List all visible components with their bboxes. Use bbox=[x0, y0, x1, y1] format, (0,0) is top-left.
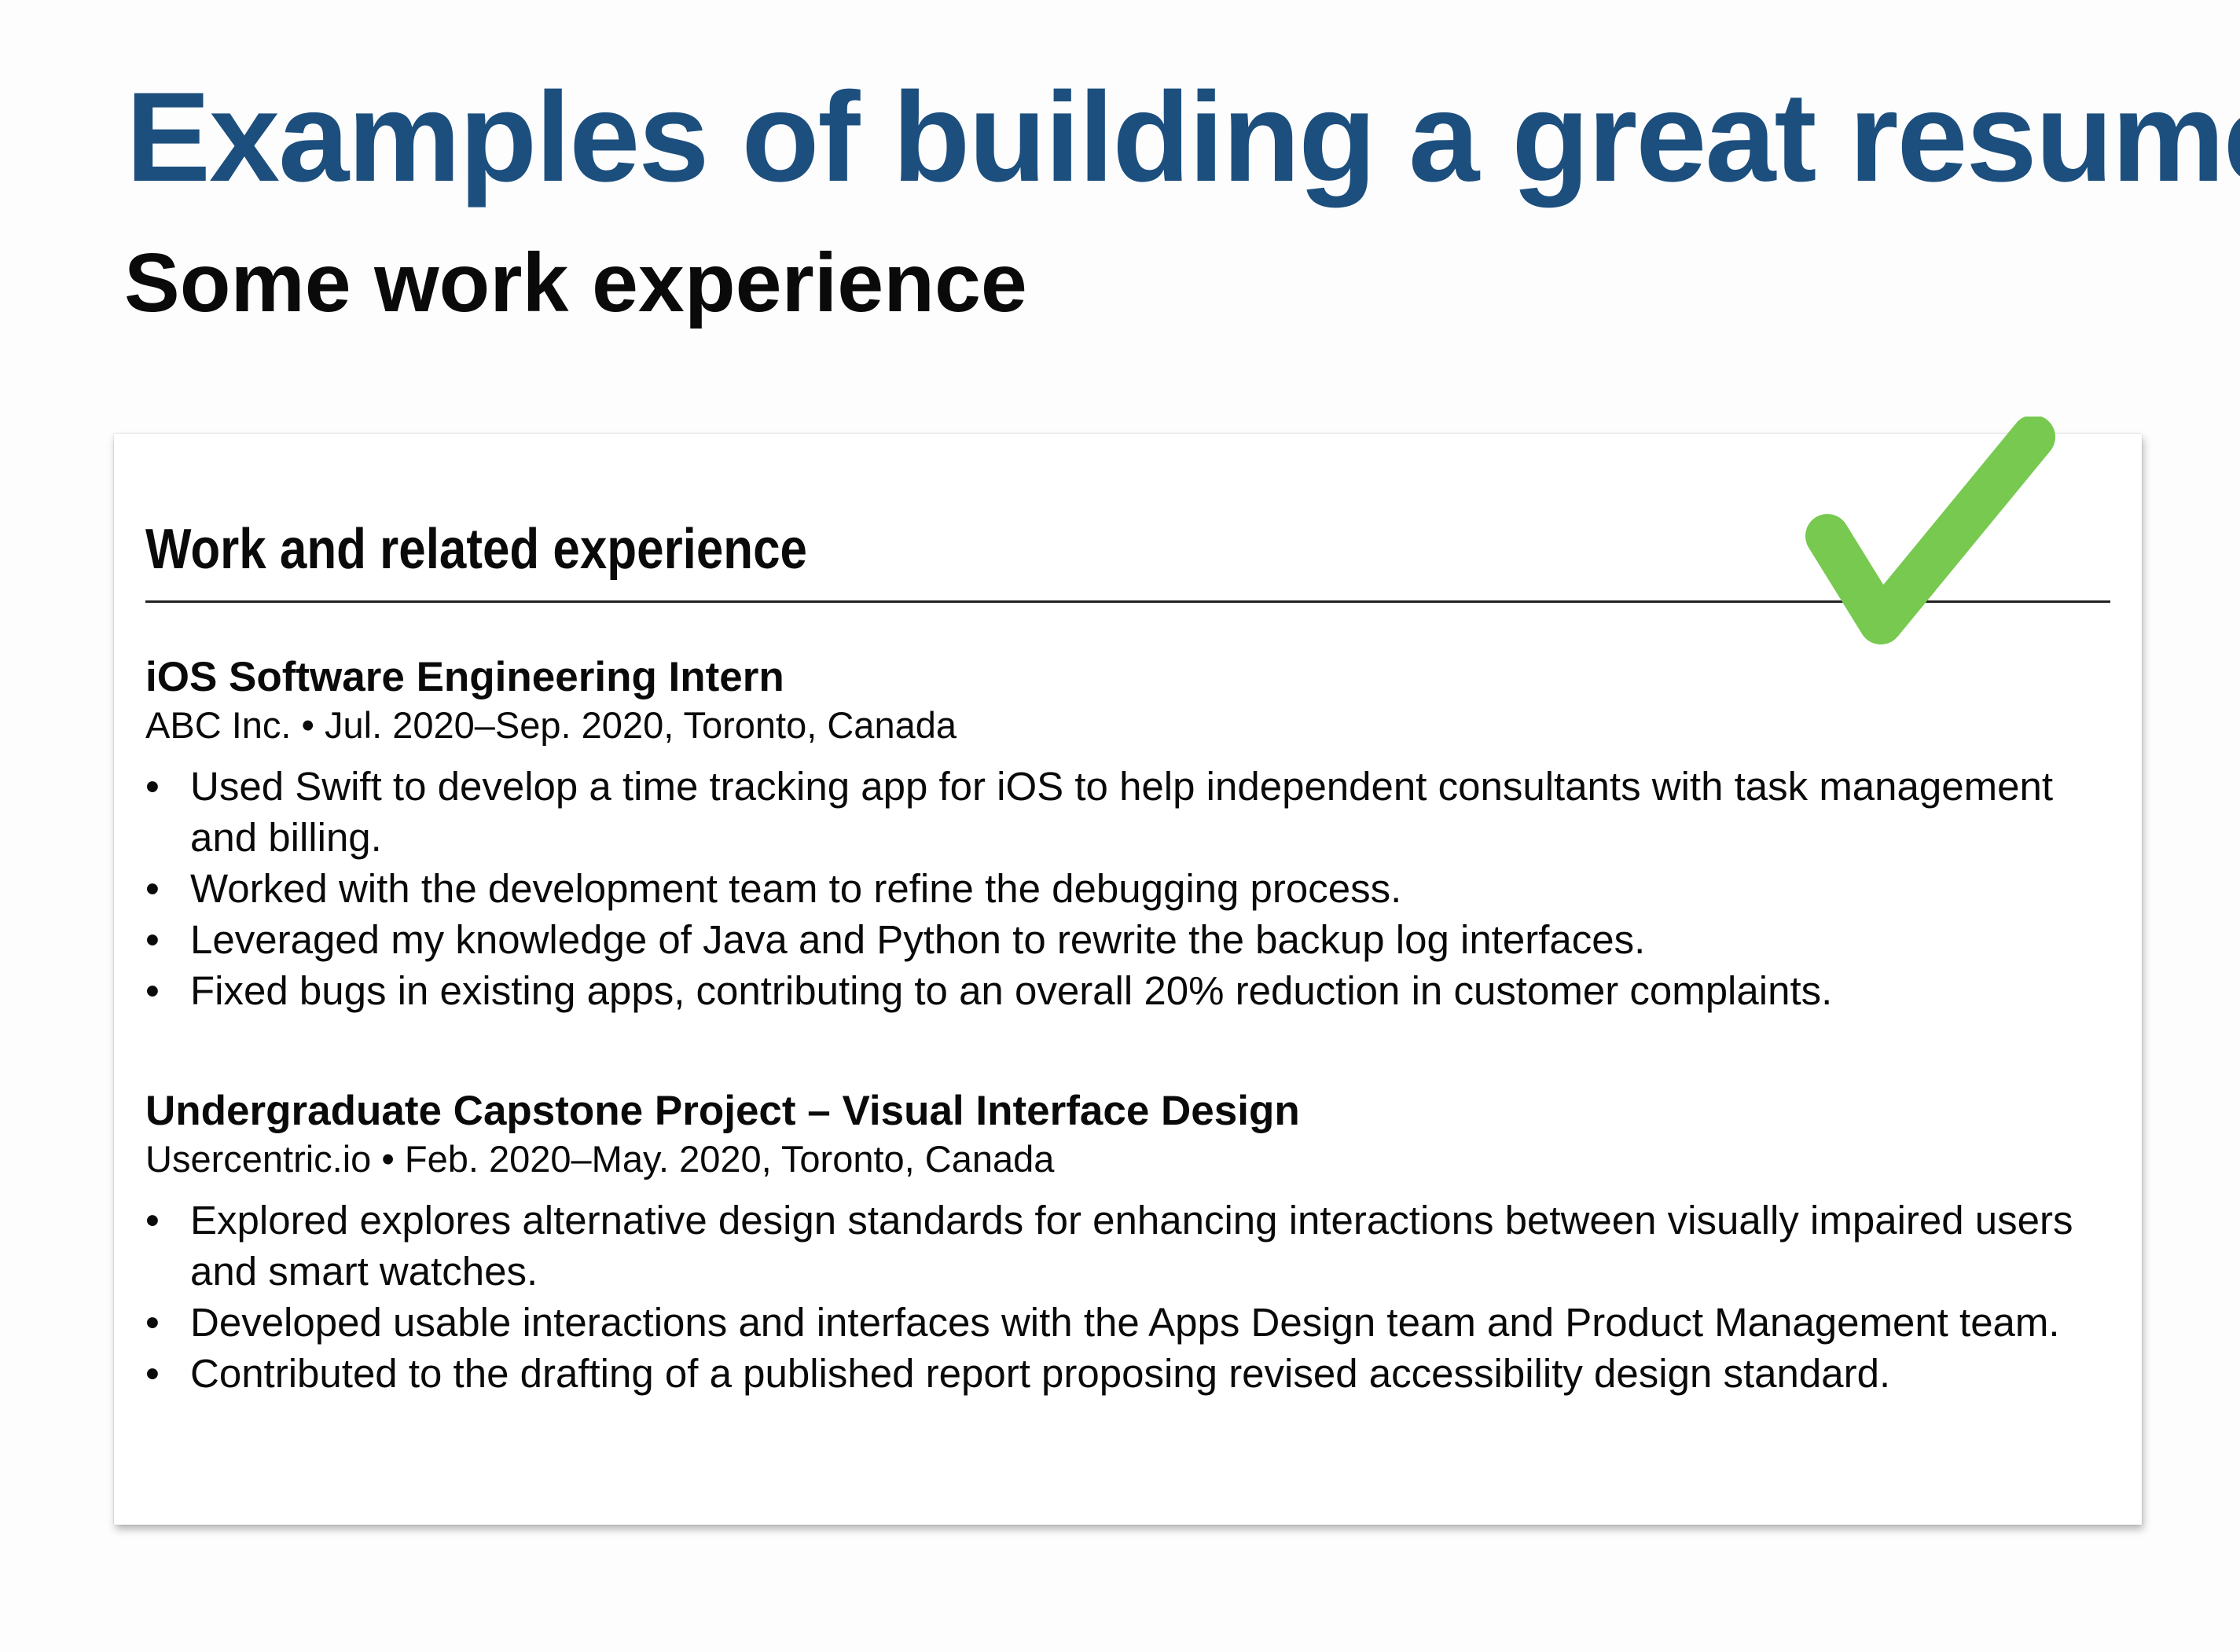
bullet-text: Explored explores alternative design sta… bbox=[190, 1198, 2073, 1294]
checkmark-icon bbox=[1805, 417, 2055, 644]
bullet-text: Used Swift to develop a time tracking ap… bbox=[190, 764, 2054, 860]
resume-card: Work and related experience iOS Software… bbox=[114, 417, 2142, 1525]
bullet-item: • Fixed bugs in existing apps, contributi… bbox=[145, 965, 2110, 1016]
slide-title: Examples of building a great resume bbox=[126, 66, 2240, 208]
bullet-dot-icon: • bbox=[145, 1351, 160, 1396]
experience-entry: Undergraduate Capstone Project – Visual … bbox=[145, 1086, 2110, 1399]
bullet-text: Fixed bugs in existing apps, contributin… bbox=[190, 968, 1833, 1013]
bullet-text: Developed usable interactions and interf… bbox=[190, 1300, 2060, 1345]
entry-meta: ABC Inc. • Jul. 2020–Sep. 2020, Toronto,… bbox=[145, 704, 957, 746]
bullet-text: Worked with the development team to refi… bbox=[190, 866, 1402, 911]
bullet-dot-icon: • bbox=[145, 1198, 160, 1243]
experience-entry: iOS Software Engineering Intern ABC Inc.… bbox=[145, 652, 2110, 1016]
bullet-item: • Contributed to the drafting of a publis… bbox=[145, 1348, 2110, 1399]
bullet-dot-icon: • bbox=[145, 968, 160, 1013]
entry-title: iOS Software Engineering Intern bbox=[145, 654, 784, 700]
slide-subtitle: Some work experience bbox=[124, 237, 1027, 329]
bullet-item: • Explored explores alternative design st… bbox=[145, 1195, 2110, 1297]
bullet-dot-icon: • bbox=[145, 917, 160, 962]
bullet-dot-icon: • bbox=[145, 764, 160, 809]
bullet-dot-icon: • bbox=[145, 866, 160, 911]
bullet-item: • Worked with the development team to ref… bbox=[145, 863, 2110, 914]
bullet-list: • Used Swift to develop a time tracking a… bbox=[145, 761, 2110, 1016]
bullet-list: • Explored explores alternative design st… bbox=[145, 1195, 2110, 1399]
entry-title: Undergraduate Capstone Project – Visual … bbox=[145, 1088, 1300, 1134]
entry-meta: Usercentric.io • Feb. 2020–May. 2020, To… bbox=[145, 1138, 1055, 1180]
bullet-item: • Developed usable interactions and inter… bbox=[145, 1297, 2110, 1348]
bullet-text: Contributed to the drafting of a publish… bbox=[190, 1351, 1891, 1396]
bullet-text: Leveraged my knowledge of Java and Pytho… bbox=[190, 917, 1646, 962]
bullet-item: • Leveraged my knowledge of Java and Pyth… bbox=[145, 914, 2110, 965]
bullet-dot-icon: • bbox=[145, 1300, 160, 1345]
section-heading: Work and related experience bbox=[145, 518, 808, 581]
bullet-item: • Used Swift to develop a time tracking a… bbox=[145, 761, 2110, 863]
